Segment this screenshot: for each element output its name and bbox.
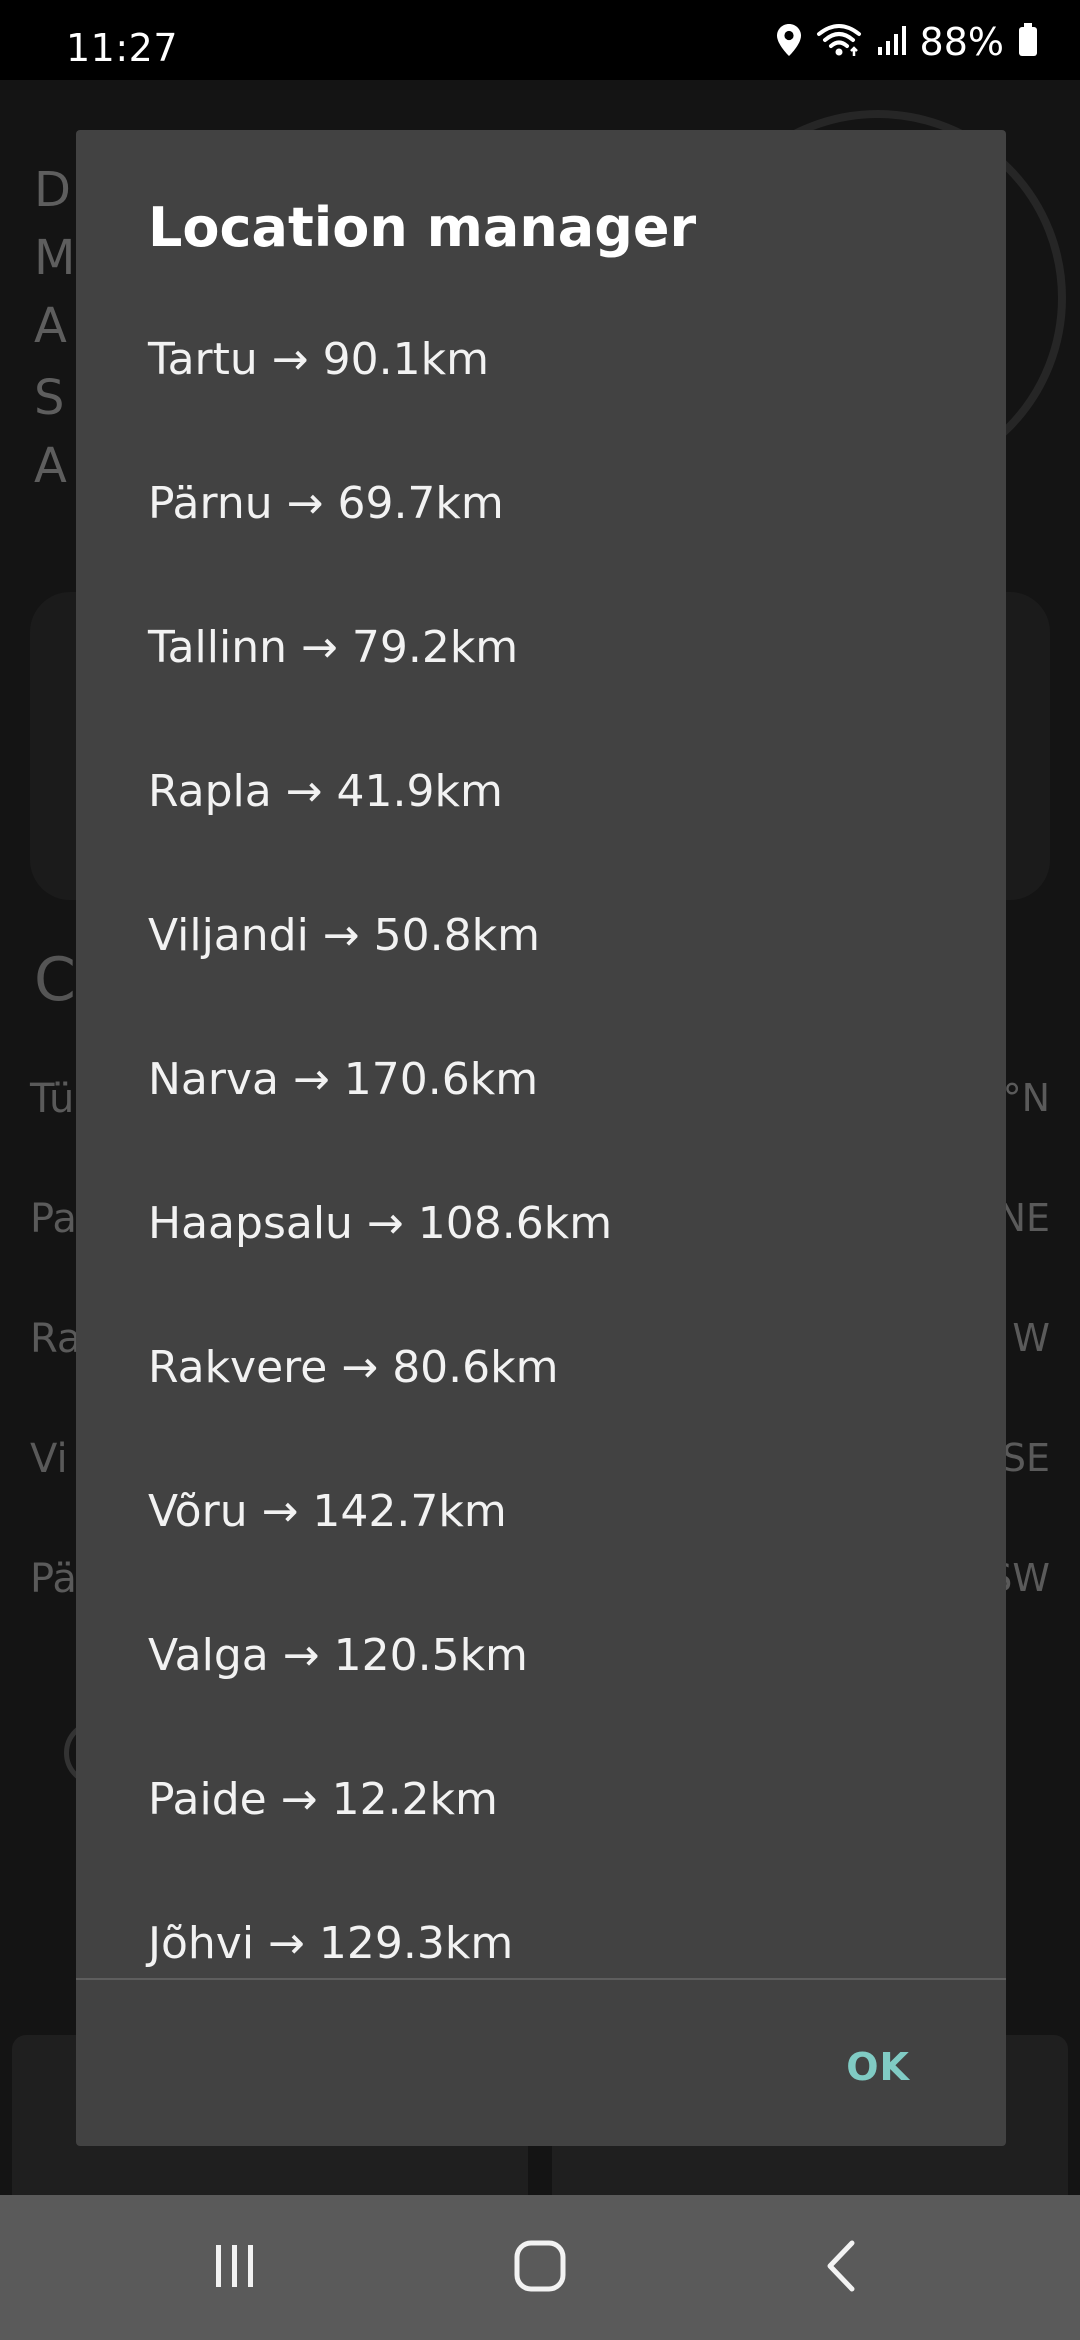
location-item[interactable]: Rapla → 41.9km	[148, 766, 503, 817]
wifi-icon	[816, 22, 862, 62]
bg-label: A	[34, 438, 67, 494]
screen: 11:27 88% D M A S A C Tü °N Pa NE Ra W V…	[0, 0, 1080, 2340]
back-button[interactable]	[785, 2195, 895, 2340]
recent-apps-button[interactable]	[180, 2195, 290, 2340]
status-time: 11:27	[66, 26, 179, 70]
bg-row-direction: SE	[1001, 1436, 1050, 1480]
location-item[interactable]: Pärnu → 69.7km	[148, 478, 504, 529]
home-button[interactable]	[485, 2195, 595, 2340]
bg-label: M	[34, 230, 76, 286]
status-bar: 11:27 88%	[0, 0, 1080, 80]
home-icon	[514, 2240, 566, 2296]
dialog-divider	[76, 1978, 1006, 1980]
location-list[interactable]: Location manager Tartu → 90.1km Pärnu → …	[76, 130, 1006, 1978]
location-manager-dialog: Location manager Tartu → 90.1km Pärnu → …	[76, 130, 1006, 2146]
recent-apps-icon	[210, 2241, 260, 2295]
bg-row-direction: W	[1012, 1316, 1050, 1360]
signal-icon	[876, 23, 910, 61]
location-pin-icon	[776, 23, 802, 61]
location-item[interactable]: Valga → 120.5km	[148, 1630, 528, 1681]
battery-icon	[1018, 23, 1038, 61]
bg-label: A	[34, 298, 67, 354]
location-item[interactable]: Paide → 12.2km	[148, 1774, 498, 1825]
location-item[interactable]: Tallinn → 79.2km	[148, 622, 518, 673]
bg-row-label: Vi	[30, 1436, 68, 1482]
location-item[interactable]: Viljandi → 50.8km	[148, 910, 540, 961]
location-item[interactable]: Võru → 142.7km	[148, 1486, 507, 1537]
battery-percent: 88%	[919, 20, 1004, 64]
bg-row-direction: °N	[1002, 1076, 1050, 1120]
location-item[interactable]: Tartu → 90.1km	[148, 334, 489, 385]
bg-label: D	[34, 162, 71, 218]
bg-row-label: Pa	[30, 1196, 77, 1242]
location-item[interactable]: Haapsalu → 108.6km	[148, 1198, 612, 1249]
back-icon	[820, 2239, 860, 2297]
navigation-bar	[0, 2195, 1080, 2340]
bg-row-label: Tü	[30, 1076, 75, 1122]
bg-row-label: Ra	[30, 1316, 82, 1362]
ok-button[interactable]: OK	[846, 2045, 910, 2089]
location-item[interactable]: Jõhvi → 129.3km	[148, 1918, 513, 1969]
bg-label: S	[34, 370, 65, 426]
status-icons: 88%	[762, 20, 1038, 64]
location-item[interactable]: Narva → 170.6km	[148, 1054, 538, 1105]
dialog-title: Location manager	[148, 196, 697, 259]
bg-section-title: C	[34, 945, 76, 1015]
location-item[interactable]: Rakvere → 80.6km	[148, 1342, 559, 1393]
bg-row-label: Pä	[30, 1556, 77, 1602]
